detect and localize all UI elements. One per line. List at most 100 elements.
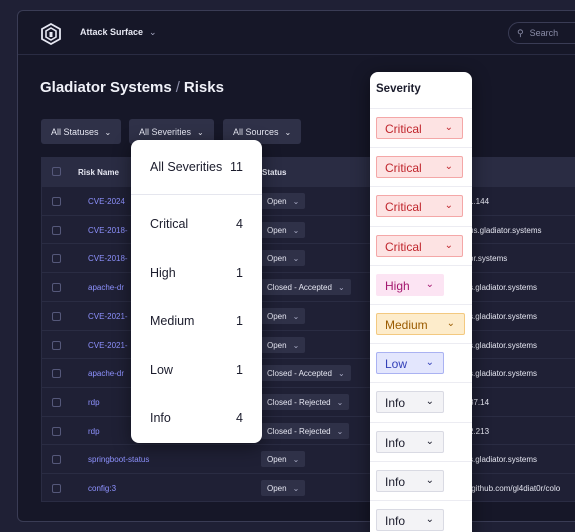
table-row[interactable]: CVE-2024 Open ⌄ 1.144: [42, 186, 575, 215]
asset-cell: us.gladiator.systems: [469, 225, 542, 235]
status-label: Closed - Accepted: [267, 369, 332, 379]
status-select[interactable]: Open ⌄: [261, 336, 306, 353]
severity-label: Critical: [385, 200, 422, 215]
app-switcher[interactable]: Attack Surface ⌄: [80, 27, 157, 38]
severity-option[interactable]: Critical 4: [150, 217, 243, 231]
severity-option[interactable]: Info 4: [150, 411, 243, 425]
row-checkbox[interactable]: [52, 369, 61, 379]
app-switcher-label: Attack Surface: [80, 27, 144, 37]
severity-cell-divider: [370, 225, 472, 227]
column-header-name[interactable]: Risk Name: [78, 168, 119, 177]
row-checkbox[interactable]: [52, 484, 61, 493]
severity-select[interactable]: Low ⌄: [376, 352, 444, 375]
risk-name-link[interactable]: rdp: [88, 398, 100, 407]
asset-cell: s.gladiator.systems: [469, 311, 538, 321]
risk-name-link[interactable]: CVE-2021-: [88, 312, 128, 321]
filter-statuses[interactable]: All Statuses ⌄: [41, 119, 122, 144]
severity-option-label: Medium: [150, 314, 195, 328]
severity-select[interactable]: Critical ⌄: [376, 195, 463, 218]
severity-option-count: 4: [236, 217, 243, 231]
status-label: Open: [267, 254, 287, 264]
table-row[interactable]: springboot-status Open ⌄ s.gladiator.system…: [42, 444, 575, 473]
table-row[interactable]: CVE-2021- Open ⌄ s.gladiator.systems: [42, 300, 575, 330]
severity-cell-divider: [370, 382, 472, 384]
risk-name-link[interactable]: apache-dr: [88, 369, 124, 378]
risk-name-link[interactable]: CVE-2021-: [88, 341, 128, 350]
severity-select[interactable]: Info ⌄: [376, 391, 444, 414]
risk-name-link[interactable]: rdp: [88, 427, 100, 436]
severity-cell-divider: [370, 343, 472, 345]
column-header-status[interactable]: Status: [262, 168, 286, 177]
severity-select[interactable]: Critical ⌄: [376, 156, 463, 179]
table-row[interactable]: rdp Closed - Rejected ⌄ 2.213: [42, 415, 575, 445]
severity-label: Info: [385, 474, 406, 489]
chevron-down-icon: ⌄: [292, 340, 300, 350]
status-select[interactable]: Closed - Accepted ⌄: [261, 365, 351, 382]
row-checkbox[interactable]: [52, 197, 61, 206]
status-select[interactable]: Closed - Accepted ⌄: [261, 279, 351, 296]
severity-label: Info: [385, 435, 406, 450]
status-select[interactable]: Open ⌄: [261, 451, 306, 468]
row-checkbox[interactable]: [52, 254, 61, 264]
severity-cell-divider: [370, 421, 472, 423]
select-all-checkbox[interactable]: [52, 167, 61, 176]
severity-cell-divider: [370, 500, 472, 501]
status-select[interactable]: Open ⌄: [261, 193, 306, 209]
severity-select[interactable]: Info ⌄: [376, 469, 444, 492]
status-label: Open: [267, 484, 287, 493]
chevron-down-icon: ⌄: [444, 239, 453, 251]
chevron-down-icon: ⌄: [446, 318, 455, 329]
chevron-down-icon: ⌄: [292, 484, 300, 493]
search-input[interactable]: ⚲ Search: [508, 22, 575, 44]
asset-cell: s.gladiator.systems: [469, 455, 538, 465]
status-select[interactable]: Closed - Rejected ⌄: [261, 422, 350, 439]
severity-select[interactable]: Medium ⌄: [376, 313, 465, 335]
chevron-down-icon: ⌄: [425, 357, 434, 369]
severity-select[interactable]: Info ⌄: [376, 509, 444, 531]
severity-select[interactable]: Info ⌄: [376, 430, 444, 453]
row-checkbox[interactable]: [52, 426, 61, 436]
severity-option[interactable]: Low 1: [150, 363, 243, 377]
severity-select[interactable]: Critical ⌄: [376, 117, 463, 139]
severity-select[interactable]: Critical ⌄: [376, 234, 463, 257]
severity-option[interactable]: All Severities 11: [150, 160, 243, 174]
status-select[interactable]: Open ⌄: [261, 480, 306, 496]
status-label: Closed - Rejected: [267, 397, 331, 407]
row-checkbox[interactable]: [52, 397, 61, 407]
row-checkbox[interactable]: [52, 455, 61, 465]
risk-name-link[interactable]: CVE-2024: [88, 197, 125, 206]
risks-table: Risk Name Status CVE-2024 Open ⌄ 1.144 CVE-2…: [41, 157, 575, 502]
status-select[interactable]: Closed - Rejected ⌄: [261, 393, 350, 410]
risk-name-link[interactable]: apache-dr: [88, 283, 124, 292]
top-bar: Attack Surface ⌄ ⚲ Search: [18, 11, 575, 55]
table-row[interactable]: config:3 Open ⌄ /github.com/gl4diat0r/colo: [42, 473, 575, 502]
risk-name-link[interactable]: CVE-2018-: [88, 254, 128, 263]
table-row[interactable]: CVE-2018- Open ⌄ or.systems: [42, 243, 575, 272]
table-row[interactable]: apache-dr Closed - Accepted ⌄ s.gladiator.s…: [42, 358, 575, 387]
row-checkbox[interactable]: [52, 283, 61, 293]
table-row[interactable]: apache-dr Closed - Accepted ⌄ s.gladiator.s…: [42, 272, 575, 301]
severity-select[interactable]: High ⌄: [376, 273, 444, 296]
severity-cell-divider: [370, 186, 472, 188]
severity-label: Info: [385, 396, 406, 411]
severity-option[interactable]: Medium 1: [150, 314, 243, 328]
severity-label: Critical: [385, 122, 422, 136]
row-checkbox[interactable]: [52, 340, 61, 350]
row-checkbox[interactable]: [52, 225, 61, 235]
table-row[interactable]: rdp Closed - Rejected ⌄ 87.14: [42, 386, 575, 416]
chevron-down-icon: ⌄: [149, 27, 157, 37]
table-row[interactable]: CVE-2018- Open ⌄ us.gladiator.systems: [42, 214, 575, 244]
table-header: Risk Name Status: [42, 158, 575, 186]
table-row[interactable]: CVE-2021- Open ⌄ s.gladiator.systems: [42, 329, 575, 359]
breadcrumb-org[interactable]: Gladiator Systems: [40, 79, 172, 96]
risk-name-link[interactable]: CVE-2018-: [88, 226, 128, 235]
row-checkbox[interactable]: [52, 311, 61, 321]
status-select[interactable]: Open ⌄: [261, 250, 306, 267]
status-select[interactable]: Open ⌄: [261, 307, 306, 324]
risk-name-link[interactable]: config:3: [88, 484, 116, 493]
risk-name-link[interactable]: springboot-status: [88, 455, 149, 464]
gladiator-logo-icon[interactable]: [40, 22, 62, 46]
chevron-down-icon: ⌄: [292, 225, 300, 235]
status-select[interactable]: Open ⌄: [261, 221, 306, 238]
severity-option[interactable]: High 1: [150, 266, 243, 280]
